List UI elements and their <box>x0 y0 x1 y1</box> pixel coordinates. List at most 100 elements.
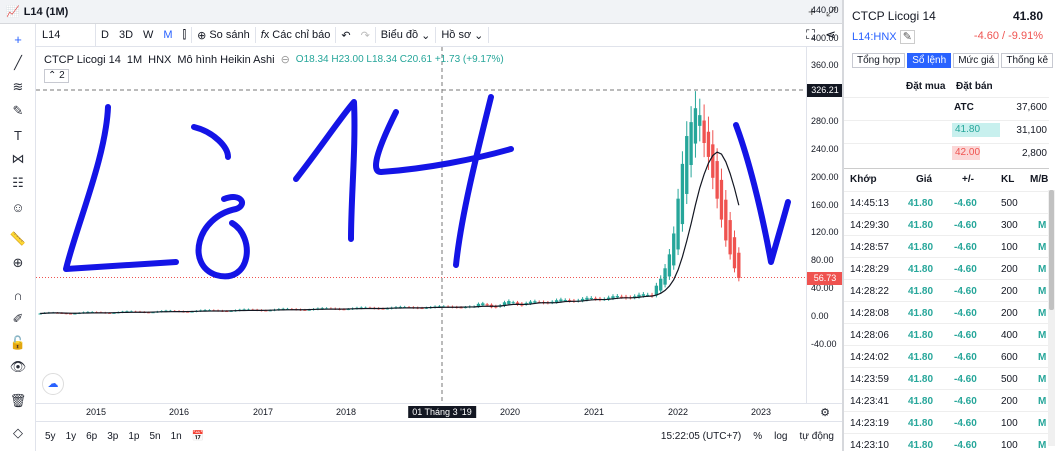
edit-icon[interactable]: ✎ <box>899 30 915 44</box>
trade-row: 14:23:10 41.80 -4.60 100 M <box>844 433 1049 451</box>
crosshair-price-label: 326.21 <box>807 83 843 97</box>
eye-icon[interactable]: 👁 <box>8 358 28 376</box>
candle-body <box>680 163 685 225</box>
interval-W[interactable]: W <box>138 24 158 46</box>
symbol-input[interactable]: L14 <box>36 24 96 46</box>
ruler-icon[interactable]: 📏 <box>8 230 28 248</box>
magnet-icon[interactable]: ∩ <box>8 286 28 304</box>
time-tick: 2023 <box>750 407 772 417</box>
percent-toggle[interactable]: % <box>753 431 762 442</box>
tab-stats[interactable]: Thống kê <box>1001 53 1054 68</box>
auto-toggle[interactable]: tự động <box>800 431 835 442</box>
handwritten-annotation <box>293 99 358 242</box>
trade-row: 14:23:59 41.80 -4.60 500 M <box>844 367 1049 389</box>
interval-3D[interactable]: 3D <box>114 24 138 46</box>
price-tick: 120.00 <box>811 227 839 238</box>
undo-icon[interactable]: ↶ <box>336 24 355 46</box>
trade-row: 14:23:41 41.80 -4.60 200 M <box>844 389 1049 411</box>
candle-body <box>719 179 724 220</box>
fib-icon[interactable]: ≋ <box>8 78 28 96</box>
range-6p[interactable]: 6p <box>81 431 102 442</box>
tab-summary[interactable]: Tổng hợp <box>852 53 906 68</box>
range-1p[interactable]: 1p <box>123 431 144 442</box>
candle-body <box>672 233 676 266</box>
ohlc-values: O18.34 H23.00 L18.34 C20.61 +1.73 (+9.17… <box>295 54 504 65</box>
text-icon[interactable]: T <box>8 126 28 144</box>
price-tick: 280.00 <box>811 116 839 127</box>
candle-body <box>711 144 715 178</box>
log-toggle[interactable]: log <box>774 431 787 442</box>
lock-draw-icon[interactable]: ✐ <box>8 310 28 328</box>
settings-dot-icon[interactable]: ⊖ <box>281 53 290 66</box>
candle-body <box>611 296 615 299</box>
collapse-indicators-button[interactable]: ⌃ 2 <box>44 69 69 83</box>
interval-M[interactable]: M <box>158 24 177 46</box>
tab-orderbook[interactable]: Sổ lệnh <box>907 53 952 68</box>
trash-icon[interactable]: 🗑 <box>8 392 28 410</box>
candle-body <box>481 303 485 306</box>
indicators-button[interactable]: fx Các chỉ báo <box>256 24 336 46</box>
fx-icon: fx <box>260 29 270 41</box>
axis-settings-icon[interactable]: ⚙ <box>820 406 830 419</box>
calendar-icon[interactable]: 📅 <box>187 431 209 442</box>
handwritten-annotation <box>195 194 250 280</box>
candle-body <box>659 278 663 291</box>
stock-symbol[interactable]: L14:HNX ✎ <box>852 30 915 44</box>
candle-type-icon[interactable]: ⫿ <box>178 24 192 46</box>
tradingview-logo-icon: ☁ <box>42 373 64 395</box>
redo-icon[interactable]: ↷ <box>356 24 375 46</box>
candle-body <box>485 304 489 306</box>
candle-body <box>563 300 567 302</box>
candle-body <box>667 254 672 277</box>
range-3p[interactable]: 3p <box>102 431 123 442</box>
interval-D[interactable]: D <box>96 24 114 46</box>
emoji-icon[interactable]: ☺ <box>8 198 28 216</box>
price-tick: 240.00 <box>811 143 839 154</box>
moving-average-line <box>40 151 740 315</box>
candle-body <box>737 252 741 279</box>
price-tick: 440.00 <box>811 4 839 15</box>
range-1y[interactable]: 1y <box>61 431 82 442</box>
pattern-icon[interactable]: ⋈ <box>8 150 28 168</box>
candle-body <box>706 131 711 157</box>
price-tick: 80.00 <box>811 255 834 266</box>
chart-area[interactable]: Lò 14 CTCP Licogi 14 1M HNX Mô hình Heik… <box>36 47 806 403</box>
profile-button[interactable]: Hồ sơ ⌄ <box>436 24 488 46</box>
compare-button[interactable]: ⊕ So sánh <box>192 24 255 46</box>
bottom-toolbar: 5y 1y 6p 3p 1p 5n 1n 📅 15:22:05 (UTC+7) … <box>36 421 842 451</box>
crosshair-icon[interactable]: + <box>8 30 28 48</box>
title-bar: 📈 L14 (1M) + ⤢ <box>0 0 842 24</box>
trendline-icon[interactable]: ╱ <box>8 54 28 72</box>
clock-label[interactable]: 15:22:05 (UTC+7) <box>661 431 741 442</box>
projection-icon[interactable]: ☷ <box>8 174 28 192</box>
price-chart[interactable]: Lò 14 <box>36 47 806 403</box>
stock-price: 41.80 <box>1012 9 1043 23</box>
book-row: ATC 37,600 <box>844 97 1049 117</box>
range-5n[interactable]: 5n <box>145 431 166 442</box>
candle-body <box>698 115 702 126</box>
trade-row: 14:28:29 41.80 -4.60 200 M <box>844 257 1049 279</box>
tab-price-levels[interactable]: Mức giá <box>953 53 1000 68</box>
candle-body <box>585 297 589 300</box>
ask-header: Đặt bán <box>956 81 993 92</box>
range-1n[interactable]: 1n <box>166 431 187 442</box>
layers-icon[interactable]: ◇ <box>8 424 28 442</box>
chart-type-button[interactable]: Biểu đồ ⌄ <box>376 24 436 46</box>
time-tick: 2016 <box>168 407 190 417</box>
candle-body <box>663 268 667 285</box>
candle-body <box>511 302 515 304</box>
scrollbar[interactable] <box>1048 190 1055 446</box>
range-5y[interactable]: 5y <box>40 431 61 442</box>
candle-body <box>693 108 698 144</box>
candle-body <box>559 299 563 302</box>
zoom-icon[interactable]: ⊕ <box>8 254 28 272</box>
time-axis[interactable]: 01 Tháng 3 '19 ⚙ 2015 2016 2017 2018 2020 202… <box>36 403 842 421</box>
price-axis[interactable]: 440.00400.00360.00320.00280.00240.00200.… <box>806 5 843 403</box>
lock-icon[interactable]: 🔓 <box>8 334 28 352</box>
trade-list: Khớp Giá +/- KL M/B 14:45:13 41.80 -4.60 50… <box>844 168 1049 451</box>
candle-body <box>715 161 719 199</box>
chart-legend: CTCP Licogi 14 1M HNX Mô hình Heikin Ash… <box>44 53 504 67</box>
candle-body <box>732 237 737 269</box>
trading-app: 📈 L14 (1M) + ⤢ + ╱ ≋ ✎ T ⋈ ☷ ☺ 📏 ⊕ ∩ ✐ 🔓… <box>0 0 1055 451</box>
brush-icon[interactable]: ✎ <box>8 102 28 120</box>
